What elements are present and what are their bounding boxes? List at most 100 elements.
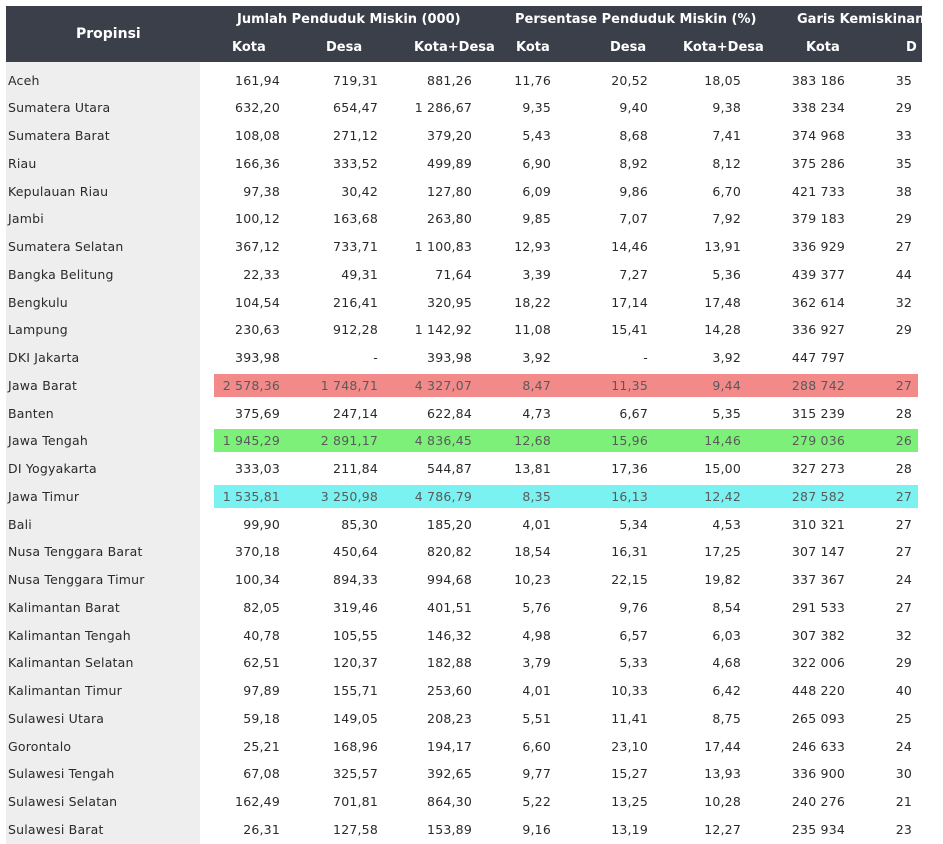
value-cell: 120,37 xyxy=(333,655,378,671)
value-cell: 166,36 xyxy=(235,155,280,171)
value-cell: 4 836,45 xyxy=(414,433,472,449)
value-cell: 155,71 xyxy=(333,683,378,698)
value-cell: 19,82 xyxy=(704,572,741,587)
province-name: Sulawesi Selatan xyxy=(8,794,118,809)
province-name: Aceh xyxy=(8,72,40,88)
value-cell: 67,08 xyxy=(243,766,280,782)
value-cell: 8,75 xyxy=(712,710,741,726)
province-name: Jawa Barat xyxy=(8,377,78,393)
value-cell: 100,34 xyxy=(235,572,280,587)
value-cell: 29 xyxy=(895,100,912,116)
table-row: Sulawesi Utara 59,18 149,05 208,23 5,51 11,41… xyxy=(0,705,943,733)
value-cell: 11,76 xyxy=(514,72,551,88)
value-cell: 5,51 xyxy=(522,710,551,726)
value-cell: 288 742 xyxy=(791,377,845,393)
table-row: Bengkulu 104,54 216,41 320,95 18,22 17,14 17,4… xyxy=(0,289,943,317)
subheader-total-count: Kota+Desa xyxy=(414,40,495,55)
value-cell: 701,81 xyxy=(333,794,378,809)
value-cell: 235 934 xyxy=(791,821,845,837)
table-row: Jambi 100,12 163,68 263,80 9,85 7,07 7,92 379 1… xyxy=(0,205,943,233)
value-cell: 27 xyxy=(895,377,912,393)
value-cell: - xyxy=(373,350,378,365)
value-cell: 18,22 xyxy=(514,294,551,310)
value-cell: 6,60 xyxy=(522,738,551,754)
table-header: Propinsi Jumlah Penduduk Miskin (000) Pe… xyxy=(6,6,924,62)
value-cell: 253,60 xyxy=(427,683,472,698)
value-cell: 325,57 xyxy=(333,766,378,782)
value-cell: 994,68 xyxy=(427,572,472,587)
value-cell: 1 748,71 xyxy=(320,377,378,393)
value-cell: 182,88 xyxy=(427,655,472,671)
value-cell: 2 891,17 xyxy=(320,433,378,449)
value-cell: 33 xyxy=(895,128,912,143)
value-cell: 337 367 xyxy=(791,572,845,587)
value-cell: 864,30 xyxy=(427,794,472,809)
value-cell: 333,03 xyxy=(235,461,280,476)
value-cell: 29 xyxy=(895,211,912,227)
value-cell: 367,12 xyxy=(235,239,280,254)
value-cell: 32 xyxy=(895,627,912,643)
value-cell: 8,47 xyxy=(522,377,551,393)
value-cell: 320,95 xyxy=(427,294,472,310)
value-cell: 40,78 xyxy=(243,627,280,643)
table-row: Sulawesi Barat 26,31 127,58 153,89 9,16 13,19… xyxy=(0,816,943,844)
subheader-total-percent: Kota+Desa xyxy=(683,40,764,55)
value-cell: 9,38 xyxy=(712,100,741,116)
value-cell: 4,68 xyxy=(712,655,741,671)
value-cell: 379 183 xyxy=(791,211,845,227)
table-row: Kalimantan Timur 97,89 155,71 253,60 4,01 10,… xyxy=(0,677,943,705)
value-cell: 17,14 xyxy=(611,294,648,310)
province-name: Kalimantan Selatan xyxy=(8,655,134,671)
value-cell: 15,27 xyxy=(611,766,648,782)
province-name: DKI Jakarta xyxy=(8,350,80,365)
value-cell: 14,46 xyxy=(611,239,648,254)
value-cell: 23 xyxy=(895,821,912,837)
province-name: Sulawesi Tengah xyxy=(8,766,115,782)
value-cell: 16,31 xyxy=(611,544,648,560)
value-cell: 247,14 xyxy=(333,405,378,421)
table-row: Jawa Timur 1 535,81 3 250,98 4 786,79 8,35 16… xyxy=(0,483,943,511)
province-name: Bangka Belitung xyxy=(8,266,114,282)
value-cell: 18,54 xyxy=(514,544,551,560)
value-cell: 97,89 xyxy=(243,683,280,698)
table-row: Nusa Tenggara Barat 370,18 450,64 820,82 18,… xyxy=(0,538,943,566)
value-cell: 279 036 xyxy=(791,433,845,449)
value-cell: 17,25 xyxy=(704,544,741,560)
value-cell: 370,18 xyxy=(235,544,280,560)
value-cell: 216,41 xyxy=(333,294,378,310)
province-name: Banten xyxy=(8,405,54,421)
value-cell: 319,46 xyxy=(333,599,378,615)
value-cell: 99,90 xyxy=(243,516,280,532)
value-cell: 11,35 xyxy=(611,377,648,393)
province-name: Sulawesi Utara xyxy=(8,710,105,726)
value-cell: 375 286 xyxy=(791,155,845,171)
value-cell: 6,90 xyxy=(522,155,551,171)
value-cell: 26,31 xyxy=(243,821,280,837)
value-cell: 8,35 xyxy=(522,488,551,504)
value-cell: 10,33 xyxy=(611,683,648,698)
value-cell: 733,71 xyxy=(333,239,378,254)
value-cell: 13,81 xyxy=(514,461,551,476)
value-cell: 310 321 xyxy=(791,516,845,532)
value-cell: 127,80 xyxy=(427,183,472,199)
header-province: Propinsi xyxy=(76,26,141,42)
value-cell: 15,00 xyxy=(704,461,741,476)
table-row: Bangka Belitung 22,33 49,31 71,64 3,39 7,27 5,… xyxy=(0,261,943,289)
value-cell: 12,68 xyxy=(514,433,551,449)
value-cell: 59,18 xyxy=(243,710,280,726)
value-cell: 4 786,79 xyxy=(414,488,472,504)
value-cell: 8,68 xyxy=(619,128,648,143)
value-cell: 30,42 xyxy=(341,183,378,199)
value-cell: 393,98 xyxy=(235,350,280,365)
value-cell: 7,07 xyxy=(619,211,648,227)
value-cell: 8,92 xyxy=(619,155,648,171)
value-cell: 230,63 xyxy=(235,322,280,338)
value-cell: 7,27 xyxy=(619,266,648,282)
value-cell: 447 797 xyxy=(791,350,845,365)
value-cell: 15,41 xyxy=(611,322,648,338)
value-cell: 161,94 xyxy=(235,72,280,88)
value-cell: 27 xyxy=(895,516,912,532)
value-cell: 211,84 xyxy=(333,461,378,476)
value-cell: 307 147 xyxy=(791,544,845,560)
value-cell: 336 929 xyxy=(791,239,845,254)
